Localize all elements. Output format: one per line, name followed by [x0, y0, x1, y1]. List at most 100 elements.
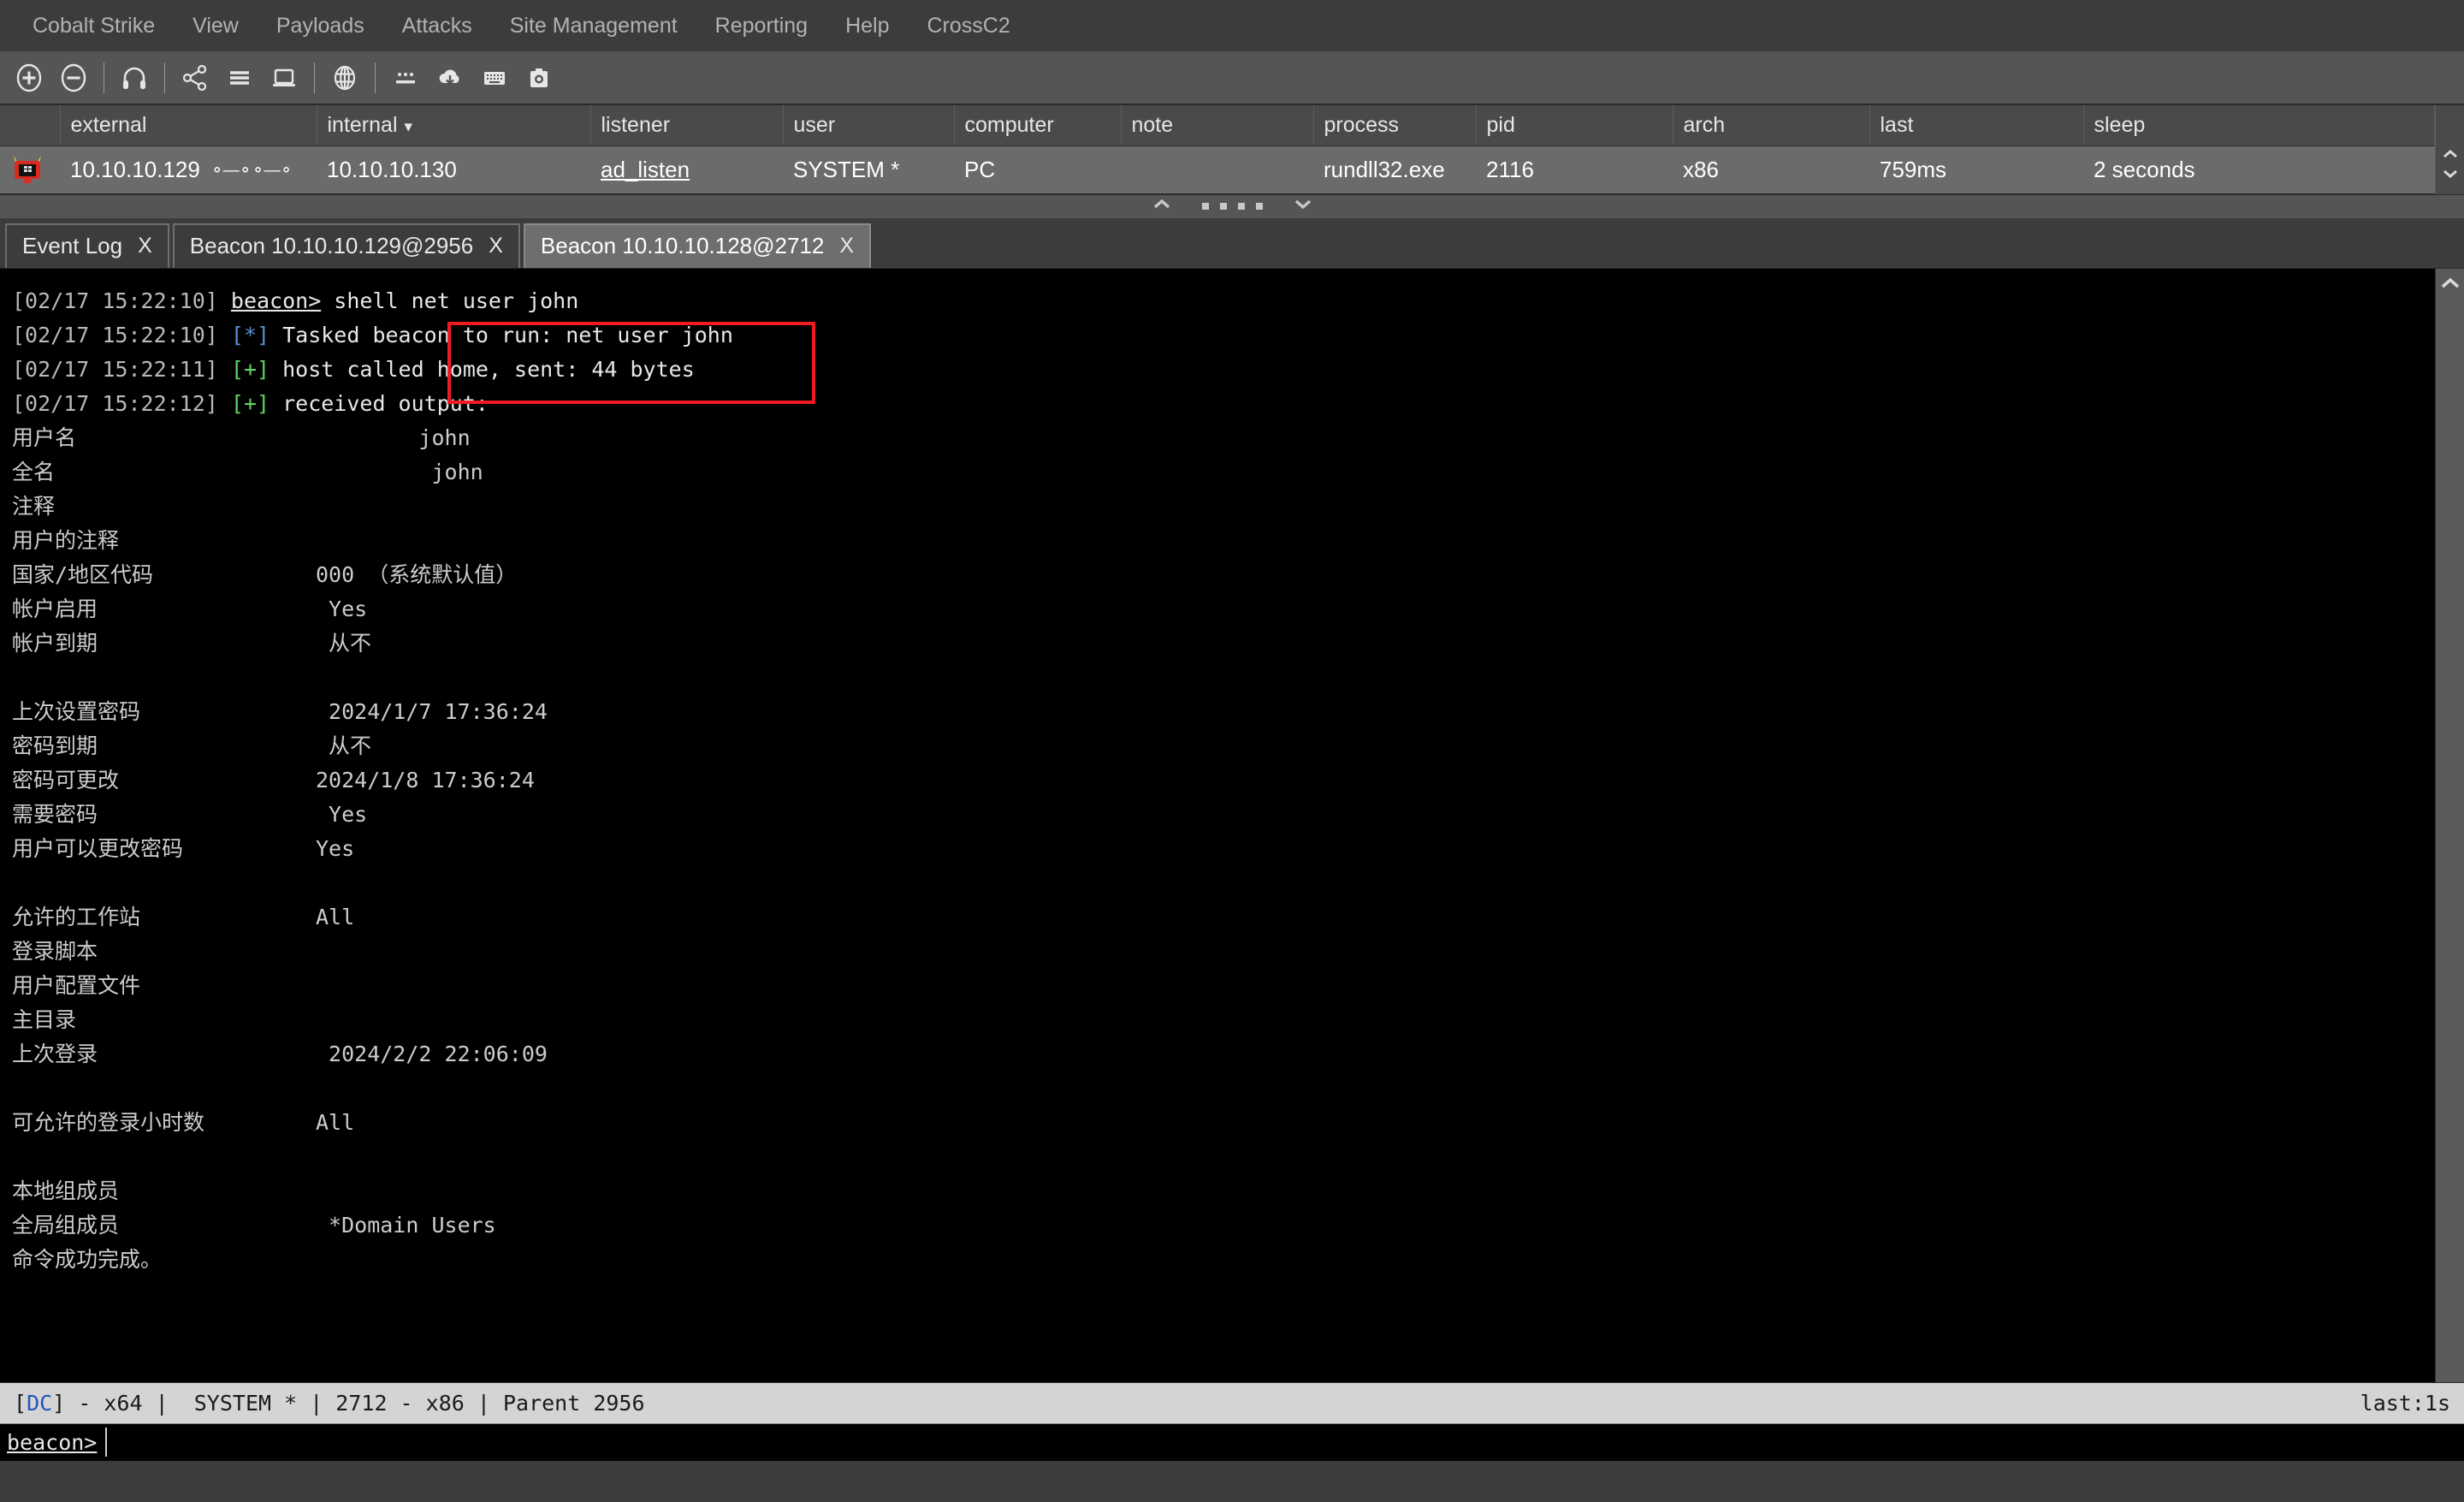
link-chain-icon: ⚬—⚬⚬—⚬: [210, 161, 293, 181]
cell-computer: PC: [954, 145, 1121, 193]
headphones-icon[interactable]: [115, 58, 154, 98]
col-header-sleep[interactable]: sleep: [2083, 105, 2435, 145]
col-header-icon[interactable]: [0, 105, 60, 145]
output-value: 2024/1/8 17:36:24: [316, 763, 535, 798]
tab-beacon-128[interactable]: Beacon 10.10.10.128@2712 X: [524, 223, 871, 268]
splitter-dot: [1220, 203, 1227, 210]
splitter-dot: [1202, 203, 1209, 210]
col-header-listener-label: listener: [601, 113, 671, 137]
cell-listener-text: ad_listen: [601, 157, 690, 182]
beacon-command-input[interactable]: [107, 1429, 2464, 1456]
menu-attacks[interactable]: Attacks: [383, 9, 491, 44]
output-row: 上次登录 2024/2/2 22:06:09: [12, 1037, 2435, 1072]
output-key: 用户可以更改密码: [12, 832, 316, 866]
cell-external-text: 10.10.10.129: [70, 157, 200, 182]
output-value: Yes: [316, 798, 367, 832]
table-row[interactable]: 10.10.10.129⚬—⚬⚬—⚬ 10.10.10.130 ad_liste…: [0, 145, 2435, 193]
col-header-note[interactable]: note: [1121, 105, 1313, 145]
status-bracket-open: [: [14, 1391, 27, 1416]
beacon-input-bar: beacon>: [0, 1423, 2464, 1461]
output-row: 密码可更改2024/1/8 17:36:24: [12, 763, 2435, 798]
output-key: 主目录: [12, 1003, 316, 1037]
share-nodes-icon[interactable]: [175, 58, 215, 98]
cell-process: rundll32.exe: [1313, 145, 1476, 193]
beacon-console-output[interactable]: [02/17 15:22:10] beacon> shell net user …: [0, 269, 2435, 1382]
output-value: john: [316, 455, 483, 490]
sort-caret-down-icon: ▾: [405, 118, 413, 136]
plus-circle-icon[interactable]: [9, 58, 49, 98]
col-header-internal[interactable]: internal ▾: [317, 105, 590, 145]
cell-note[interactable]: [1121, 145, 1313, 193]
output-blank-line: [12, 1072, 2435, 1106]
output-row: 命令成功完成。: [12, 1243, 2435, 1277]
col-header-last[interactable]: last: [1869, 105, 2083, 145]
keyboard-icon[interactable]: [475, 58, 514, 98]
list-icon[interactable]: [220, 58, 259, 98]
menu-payloads[interactable]: Payloads: [258, 9, 383, 44]
credentials-icon[interactable]: [386, 58, 425, 98]
output-value: All: [316, 1106, 354, 1140]
globe-icon[interactable]: [325, 58, 364, 98]
col-header-pid[interactable]: pid: [1476, 105, 1673, 145]
log-timestamp: [02/17 15:22:12]: [12, 391, 218, 416]
tab-event-log-label: Event Log: [22, 233, 122, 259]
col-header-external-label: external: [71, 113, 147, 137]
laptop-icon[interactable]: [264, 58, 304, 98]
menu-cobalt-strike[interactable]: Cobalt Strike: [14, 9, 174, 44]
output-row: 本地组成员: [12, 1174, 2435, 1208]
tab-beacon-129[interactable]: Beacon 10.10.10.129@2956 X: [173, 223, 520, 268]
output-key: 密码可更改: [12, 763, 316, 798]
col-header-process[interactable]: process: [1313, 105, 1476, 145]
menu-help[interactable]: Help: [826, 9, 908, 44]
menu-site-management[interactable]: Site Management: [491, 9, 696, 44]
tab-close-icon[interactable]: X: [489, 234, 503, 258]
col-header-internal-label: internal: [328, 113, 398, 137]
output-row: 主目录: [12, 1003, 2435, 1037]
splitter-collapse-up-icon[interactable]: [1152, 199, 1171, 214]
col-header-arch[interactable]: arch: [1673, 105, 1869, 145]
menu-reporting[interactable]: Reporting: [696, 9, 826, 44]
scroll-down-icon[interactable]: [2442, 168, 2459, 183]
splitter-collapse-down-icon[interactable]: [1294, 199, 1312, 214]
output-key: 全名: [12, 455, 316, 490]
cell-arch: x86: [1673, 145, 1869, 193]
output-key: 密码到期: [12, 729, 316, 763]
output-row: 密码到期 从不: [12, 729, 2435, 763]
output-key: 需要密码: [12, 798, 316, 832]
output-blank-line: [12, 1140, 2435, 1174]
scroll-up-icon[interactable]: [2440, 277, 2461, 294]
console-log-line: [02/17 15:22:10] beacon> shell net user …: [12, 284, 2435, 318]
col-header-computer[interactable]: computer: [954, 105, 1121, 145]
beacon-console-panel: [02/17 15:22:10] beacon> shell net user …: [0, 268, 2464, 1382]
console-scrollbar[interactable]: [2435, 269, 2464, 1382]
menu-crossc2[interactable]: CrossC2: [909, 9, 1029, 44]
toolbar-separator: [314, 62, 315, 93]
table-scrollbar[interactable]: [2435, 105, 2464, 194]
output-value: *Domain Users: [316, 1208, 496, 1243]
output-row: 全局组成员 *Domain Users: [12, 1208, 2435, 1243]
tab-close-icon[interactable]: X: [138, 234, 152, 258]
output-key: 登录脚本: [12, 935, 316, 969]
tab-event-log[interactable]: Event Log X: [5, 223, 169, 268]
scroll-up-icon[interactable]: [2442, 148, 2459, 163]
toolbar-separator: [164, 62, 165, 93]
output-row: 帐户启用 Yes: [12, 592, 2435, 626]
log-marker-star: [*]: [231, 323, 270, 347]
download-cloud-icon[interactable]: [430, 58, 470, 98]
tab-close-icon[interactable]: X: [839, 234, 854, 258]
minus-circle-icon[interactable]: [54, 58, 93, 98]
col-header-sleep-label: sleep: [2094, 113, 2146, 137]
beacon-status-bar: [DC] - x64 | SYSTEM * | 2712 - x86 | Par…: [0, 1382, 2464, 1423]
col-header-user-label: user: [794, 113, 836, 137]
col-header-listener[interactable]: listener: [590, 105, 783, 145]
panel-splitter[interactable]: [0, 194, 2464, 218]
col-header-external[interactable]: external: [60, 105, 317, 145]
output-value: All: [316, 900, 354, 935]
cell-pid: 2116: [1476, 145, 1673, 193]
menu-view[interactable]: View: [174, 9, 258, 44]
output-value: 从不: [316, 626, 371, 661]
status-left: [DC] - x64 | SYSTEM * | 2712 - x86 | Par…: [14, 1391, 645, 1416]
camera-icon[interactable]: [519, 58, 559, 98]
col-header-user[interactable]: user: [783, 105, 954, 145]
log-timestamp: [02/17 15:22:11]: [12, 357, 218, 382]
